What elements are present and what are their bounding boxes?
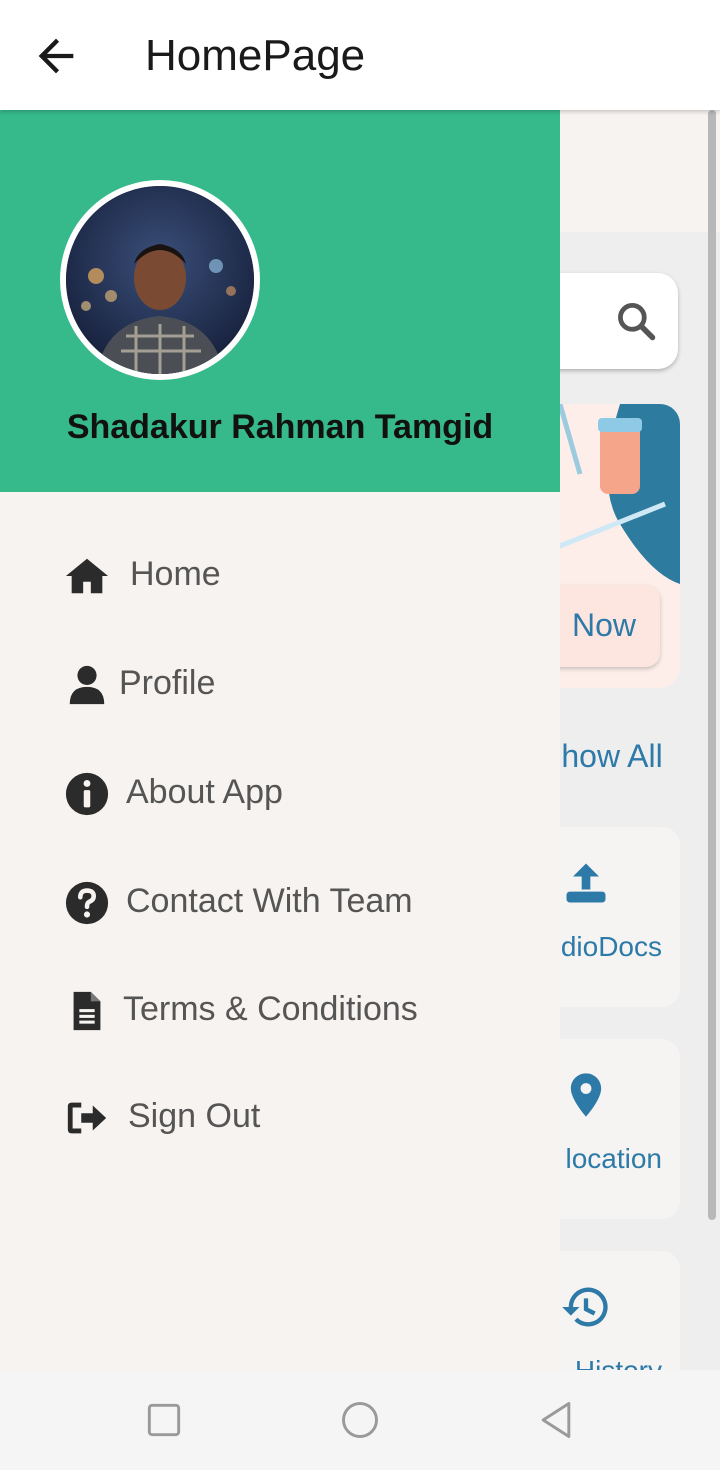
help-icon xyxy=(65,881,109,925)
drawer-item-home[interactable]: Home xyxy=(60,541,520,611)
drawer-item-label: Sign Out xyxy=(128,1097,261,1135)
upload-icon xyxy=(566,863,606,903)
drawer-item-label: Profile xyxy=(119,664,216,702)
recent-apps-icon[interactable] xyxy=(142,1398,186,1442)
drawer-item-label: Contact With Team xyxy=(126,882,413,920)
page-title: HomePage xyxy=(145,31,366,80)
drawer-item-sign-out[interactable]: Sign Out xyxy=(60,1083,520,1153)
arrow-left-icon xyxy=(38,38,74,74)
back-triangle-icon[interactable] xyxy=(534,1398,578,1442)
history-icon xyxy=(562,1287,608,1327)
navigation-drawer: Shadakur Rahman Tamgid Home Profile Abou… xyxy=(0,110,560,1370)
drawer-item-terms[interactable]: Terms & Conditions xyxy=(60,976,520,1046)
location-pin-icon xyxy=(570,1073,602,1117)
drawer-header: Shadakur Rahman Tamgid xyxy=(0,110,560,492)
drawer-item-label: Terms & Conditions xyxy=(123,990,418,1028)
avatar[interactable] xyxy=(60,180,260,380)
app-bar: HomePage xyxy=(0,0,720,110)
order-now-label: Now xyxy=(571,607,636,643)
user-name: Shadakur Rahman Tamgid xyxy=(66,408,494,446)
search-icon[interactable] xyxy=(614,299,658,343)
sign-out-icon xyxy=(67,1102,107,1134)
back-button[interactable] xyxy=(30,30,82,82)
info-icon xyxy=(65,772,109,816)
scrollbar[interactable] xyxy=(708,110,716,1220)
home-circle-icon[interactable] xyxy=(338,1398,382,1442)
system-nav-bar xyxy=(0,1370,720,1470)
document-icon xyxy=(73,991,101,1031)
drawer-item-contact[interactable]: Contact With Team xyxy=(60,868,520,938)
drawer-item-profile[interactable]: Profile xyxy=(60,650,520,720)
drawer-item-label: Home xyxy=(130,555,221,593)
drawer-item-about[interactable]: About App xyxy=(60,759,520,829)
user-icon xyxy=(69,665,105,705)
drawer-item-label: About App xyxy=(126,773,283,811)
home-icon xyxy=(65,558,109,594)
profile-photo xyxy=(66,186,254,374)
